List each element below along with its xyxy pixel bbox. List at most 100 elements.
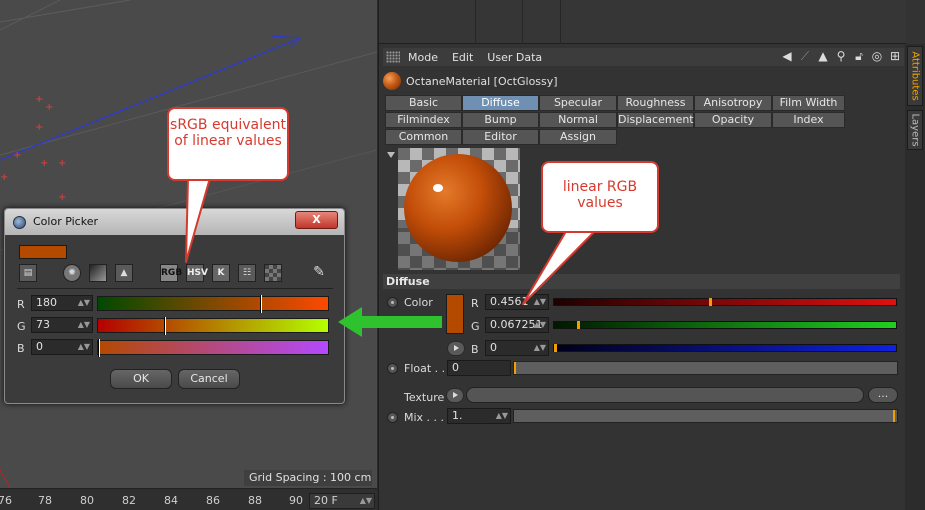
diffuse-section-header[interactable]: Diffuse [383,274,900,289]
float-slider-knob[interactable] [514,362,516,374]
picker-r-cursor[interactable] [260,295,262,313]
color-animate-radio[interactable] [387,297,398,308]
tab-editor[interactable]: Editor [462,129,539,145]
spinner-icon[interactable]: ▲▼ [78,340,90,354]
menu-user-data[interactable]: User Data [487,51,542,64]
spinner-icon[interactable]: ▲▼ [496,409,508,423]
current-frame-field[interactable]: 20 F ▲▼ [309,493,375,509]
material-header: OctaneMaterial [OctGlossy] [383,71,904,91]
mixer-icon[interactable]: ☷ [238,264,256,282]
up-arrow-icon[interactable]: ▲ [816,49,830,63]
texture-expand-button[interactable] [446,388,464,403]
mix-value-field[interactable]: 1. ▲▼ [447,408,511,424]
picker-r-value: 180 [36,296,57,309]
color-picker-title: Color Picker [33,215,98,228]
mix-animate-radio[interactable] [387,412,398,423]
svg-text:+: + [35,122,43,133]
spinner-icon[interactable]: ▲▼ [534,341,546,355]
eyedropper-icon[interactable]: ✎ [310,264,328,282]
tab-opacity[interactable]: Opacity [694,112,772,128]
grip-icon[interactable] [386,51,400,63]
diffuse-color-swatch[interactable] [446,294,464,334]
material-preview[interactable] [398,148,520,270]
side-tab-attributes[interactable]: Attributes [907,46,923,106]
r-slider-knob[interactable] [708,298,712,306]
spinner-icon[interactable]: ▲▼ [360,494,372,508]
tab-specular[interactable]: Specular [539,95,617,111]
menu-edit[interactable]: Edit [452,51,473,64]
texture-link-field[interactable] [466,387,864,403]
close-button[interactable]: X [295,211,338,229]
picker-b-cursor[interactable] [98,339,100,357]
forward-arrow-icon[interactable]: ⟋ [798,49,812,63]
tab-filmindex[interactable]: Filmindex [385,112,462,128]
spinner-icon[interactable]: ▲▼ [78,296,90,310]
target-icon[interactable]: ◎ [870,49,884,63]
picker-g-field[interactable]: 73 ▲▼ [31,317,93,333]
b-slider-knob[interactable] [554,344,557,352]
mix-label: Mix . . . [404,411,445,424]
svg-text:+: + [58,158,66,169]
srgb-callout-text: sRGB equivalent of linear values [170,117,286,149]
menu-mode[interactable]: Mode [408,51,438,64]
tab-normal[interactable]: Normal [539,112,617,128]
tab-diffuse[interactable]: Diffuse [462,95,539,111]
picker-b-gradient[interactable] [97,339,329,357]
tab-anisotropy[interactable]: Anisotropy [694,95,772,111]
g-slider[interactable] [553,321,897,329]
mix-slider[interactable] [513,409,898,423]
tab-bump[interactable]: Bump [462,112,539,128]
collapse-triangle-icon[interactable] [387,152,395,158]
tab-index[interactable]: Index [772,112,845,128]
cancel-button[interactable]: Cancel [178,369,240,389]
search-icon[interactable]: ⚲ [834,49,848,63]
r-value-field[interactable]: 0.4561 ▲▼ [485,294,549,310]
b-value-field[interactable]: 0 ▲▼ [485,340,549,356]
preview-render [398,148,520,270]
timeline-tick: 82 [122,494,136,507]
gradient-icon[interactable] [89,264,107,282]
swatches-icon[interactable] [264,264,282,282]
expand-button[interactable] [447,341,465,356]
picker-r-field[interactable]: 180 ▲▼ [31,295,93,311]
color-wheel-icon[interactable]: ✺ [63,264,81,282]
spinner-icon[interactable]: ▲▼ [534,295,546,309]
picker-g-value: 73 [36,318,50,331]
float-slider[interactable] [513,361,898,375]
picker-r-gradient[interactable] [97,295,329,313]
tab-film-width[interactable]: Film Width [772,95,845,111]
tab-common[interactable]: Common [385,129,462,145]
g-slider-knob[interactable] [576,321,580,329]
tab-roughness[interactable]: Roughness [617,95,694,111]
timeline[interactable]: 76 78 80 82 84 86 88 90 20 F ▲▼ [0,488,377,510]
side-tab-layers-label: Layers [909,113,921,147]
image-icon[interactable]: ▲ [115,264,133,282]
g-label: G [471,320,480,333]
lock-icon[interactable]: 🔓︎ [852,49,866,63]
tab-assign[interactable]: Assign [539,129,617,145]
ok-button[interactable]: OK [110,369,172,389]
picker-b-field[interactable]: 0 ▲▼ [31,339,93,355]
rgb-mode-button[interactable]: RGB [160,264,182,282]
b-slider[interactable] [553,344,897,352]
float-animate-radio[interactable] [387,363,398,374]
picker-g-gradient[interactable] [97,317,329,335]
back-arrow-icon[interactable]: ◀ [780,49,794,63]
mix-slider-knob[interactable] [893,410,895,422]
side-tab-layers[interactable]: Layers [907,110,923,150]
texture-more-button[interactable]: ... [868,387,898,403]
tab-basic[interactable]: Basic [385,95,462,111]
color-spectrum-icon[interactable]: ▤ [19,264,37,282]
r-slider[interactable] [553,298,897,306]
kelvin-mode-button[interactable]: K [212,264,230,282]
tab-displacement[interactable]: Displacement [617,112,694,128]
hsv-mode-button[interactable]: HSV [186,264,208,282]
spinner-icon[interactable]: ▲▼ [534,318,546,332]
g-value-field[interactable]: 0.067251 ▲▼ [485,317,549,333]
float-value-field[interactable]: 0 [447,360,511,376]
picker-b-value: 0 [36,340,43,353]
spinner-icon[interactable]: ▲▼ [78,318,90,332]
color-picker-titlebar[interactable]: Color Picker X [5,209,344,235]
picker-g-cursor[interactable] [164,317,166,335]
new-panel-icon[interactable]: ⊞ [888,49,902,63]
